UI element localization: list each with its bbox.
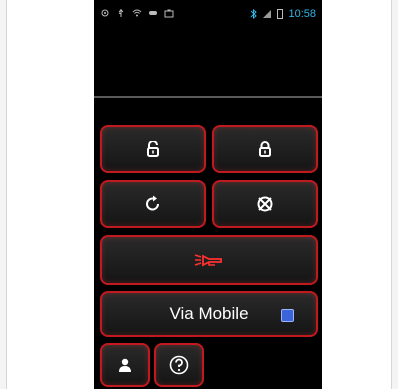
bluetooth-icon [250, 9, 258, 19]
horn-button[interactable] [100, 235, 318, 285]
horn-icon [194, 252, 224, 268]
unlock-icon [146, 141, 160, 157]
help-icon [169, 355, 189, 375]
lock-icon [258, 141, 272, 157]
status-bar: 10:58 [94, 0, 322, 30]
help-button[interactable] [154, 343, 204, 387]
gps-icon [100, 8, 110, 18]
unlock-button[interactable] [100, 125, 206, 173]
remote-start-button[interactable] [100, 180, 206, 228]
wifi-icon [132, 8, 142, 18]
stop-engine-button[interactable] [212, 180, 318, 228]
gamepad-icon [148, 8, 158, 18]
connection-mode-label: Via Mobile [169, 304, 249, 323]
lock-button[interactable] [212, 125, 318, 173]
status-right-icons: 10:58 [250, 8, 316, 20]
user-icon [118, 358, 132, 372]
battery-icon [277, 9, 284, 19]
phone-screen: 10:58 Via Mobile [94, 0, 322, 389]
connection-mode-button[interactable]: Via Mobile [100, 291, 318, 337]
signal-icon [262, 9, 272, 19]
mode-indicator [281, 309, 294, 322]
status-left-icons [100, 8, 174, 18]
remote-start-icon [144, 195, 162, 213]
stop-icon [256, 195, 274, 213]
status-time: 10:58 [288, 8, 316, 20]
divider [94, 96, 322, 98]
user-button[interactable] [100, 343, 150, 387]
briefcase-icon [164, 8, 174, 18]
usb-icon [116, 8, 126, 18]
